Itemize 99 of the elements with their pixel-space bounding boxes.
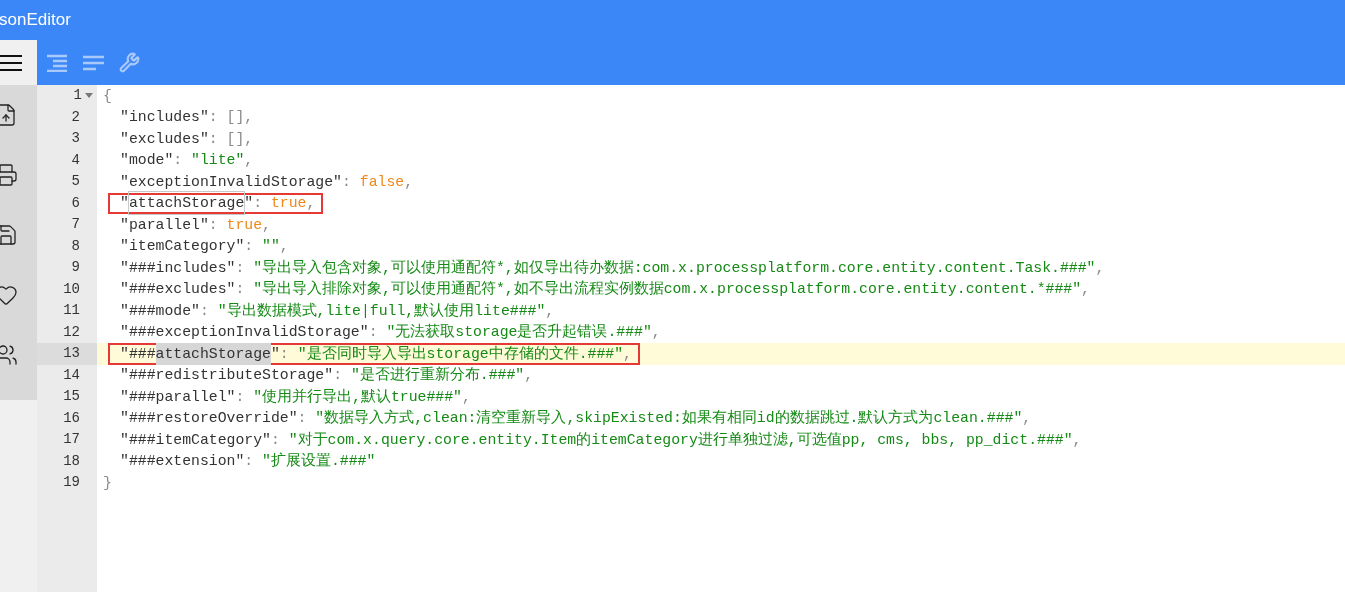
json-punctuation: : bbox=[235, 280, 246, 300]
line-number: 2 bbox=[71, 107, 80, 127]
json-string: "对于com.x.query.core.entity.Item的itemCategory进行单独过滤,可选值pp, cms, bbs, pp_dict.###" bbox=[288, 430, 1073, 450]
json-punctuation: , bbox=[1095, 258, 1105, 278]
json-punctuation: , bbox=[545, 301, 555, 321]
json-boolean: true bbox=[271, 194, 307, 214]
json-key: "###itemCategory" bbox=[120, 428, 271, 451]
json-key: "###includes" bbox=[120, 256, 236, 279]
json-punctuation: : bbox=[208, 215, 219, 235]
line-number: 4 bbox=[71, 150, 80, 170]
json-punctuation: { bbox=[102, 86, 112, 106]
json-punctuation: : bbox=[333, 366, 343, 386]
line-number: 3 bbox=[71, 129, 80, 149]
json-key: "###redistributeStorage" bbox=[120, 364, 334, 387]
line-number: 6 bbox=[71, 193, 80, 213]
line-number: 19 bbox=[63, 473, 80, 493]
json-key: "mode" bbox=[120, 149, 174, 172]
json-punctuation: , bbox=[306, 194, 316, 214]
json-key: " bbox=[270, 342, 280, 365]
window-title: sonEditor bbox=[0, 9, 71, 32]
line-number: 7 bbox=[71, 215, 80, 235]
json-punctuation: : bbox=[208, 129, 219, 149]
json-punctuation: : bbox=[208, 108, 219, 128]
json-key: "includes" bbox=[120, 106, 209, 129]
json-punctuation: : bbox=[173, 151, 184, 171]
json-punctuation: , bbox=[651, 323, 661, 343]
json-punctuation: , bbox=[244, 151, 254, 171]
users-icon[interactable] bbox=[0, 343, 18, 367]
json-key: "### bbox=[120, 342, 156, 365]
json-boolean: true bbox=[226, 215, 263, 235]
json-key: "exceptionInvalidStorage" bbox=[120, 170, 342, 193]
json-key: "itemCategory" bbox=[120, 235, 245, 258]
json-punctuation: : bbox=[244, 452, 255, 472]
json-key: "###extension" bbox=[120, 450, 245, 473]
json-punctuation: , bbox=[623, 344, 632, 364]
json-string: "导出导入包含对象,可以使用通配符*,如仅导出待办数据:com.x.processplatform.core.entity.content.Task.###" bbox=[253, 258, 1096, 278]
json-punctuation: , bbox=[524, 366, 534, 386]
json-key: "###exceptionInvalidStorage" bbox=[120, 321, 369, 344]
json-punctuation: [], bbox=[226, 129, 254, 149]
json-punctuation: : bbox=[235, 387, 246, 407]
line-number: 8 bbox=[71, 236, 80, 256]
json-key: "###parallel" bbox=[120, 385, 236, 408]
line-number: 15 bbox=[63, 387, 80, 407]
printer-icon[interactable] bbox=[0, 163, 18, 187]
line-number: 9 bbox=[71, 258, 80, 278]
json-key: attachStorage bbox=[155, 342, 271, 365]
json-string: "" bbox=[262, 237, 280, 257]
json-punctuation: : bbox=[297, 409, 308, 429]
file-upload-icon[interactable] bbox=[0, 103, 18, 127]
menu-icon[interactable] bbox=[0, 53, 22, 72]
line-number: 12 bbox=[63, 322, 80, 342]
json-punctuation: : bbox=[244, 237, 255, 257]
json-punctuation: : bbox=[279, 344, 290, 364]
line-number: 17 bbox=[63, 430, 80, 450]
line-number: 13 bbox=[63, 344, 80, 364]
json-key: "###excludes" bbox=[120, 278, 236, 301]
json-key: "excludes" bbox=[120, 127, 209, 150]
line-number: 16 bbox=[63, 408, 80, 428]
json-key: attachStorage bbox=[128, 192, 245, 215]
json-key: " bbox=[120, 192, 129, 215]
json-punctuation: , bbox=[1072, 430, 1082, 450]
json-string: "使用并行导出,默认true###" bbox=[253, 387, 462, 407]
json-punctuation: : bbox=[342, 172, 352, 192]
json-punctuation: : bbox=[368, 323, 379, 343]
json-string: "无法获取storage是否升起错误.###" bbox=[386, 322, 652, 343]
line-number: 1 bbox=[73, 86, 82, 106]
json-string: "数据导入方式,clean:清空重新导入,skipExisted:如果有相同id的数据跳过.默认方式为clean.###" bbox=[315, 408, 1023, 429]
json-punctuation: , bbox=[1022, 409, 1032, 429]
json-punctuation: } bbox=[102, 473, 112, 493]
json-punctuation: : bbox=[270, 430, 281, 450]
json-punctuation: , bbox=[279, 237, 289, 257]
line-number: 10 bbox=[63, 279, 80, 299]
line-number: 11 bbox=[63, 301, 80, 321]
json-key: " bbox=[244, 192, 254, 215]
json-string: "导出导入排除对象,可以使用通配符*,如不导出流程实例数据com.x.processplatform.core.entity.content.*###" bbox=[253, 279, 1082, 300]
json-punctuation: : bbox=[235, 258, 246, 278]
json-key: "###restoreOverride" bbox=[120, 407, 298, 430]
line-number: 18 bbox=[63, 451, 80, 471]
code-editor[interactable] bbox=[37, 85, 1345, 592]
json-string: "lite" bbox=[191, 151, 245, 171]
line-number: 14 bbox=[63, 365, 80, 385]
save-icon[interactable] bbox=[0, 223, 18, 247]
json-punctuation: [], bbox=[226, 108, 254, 128]
json-punctuation: , bbox=[262, 215, 271, 235]
json-punctuation: , bbox=[404, 172, 414, 192]
json-punctuation: , bbox=[1081, 280, 1090, 300]
json-key: "###mode" bbox=[120, 299, 200, 322]
json-punctuation: : bbox=[199, 301, 210, 321]
json-string: "是否同时导入导出storage中存储的文件.###" bbox=[297, 344, 624, 364]
json-punctuation: : bbox=[253, 194, 264, 214]
json-string: "扩展设置.###" bbox=[262, 451, 376, 472]
json-string: "导出数据模式,lite|full,默认使用lite###" bbox=[217, 301, 546, 321]
fold-arrow-icon[interactable] bbox=[85, 93, 93, 99]
json-punctuation: , bbox=[462, 387, 471, 407]
line-number: 5 bbox=[71, 172, 80, 192]
heart-icon[interactable] bbox=[0, 283, 18, 307]
json-boolean: false bbox=[359, 172, 405, 192]
json-string: "是否进行重新分布.###" bbox=[350, 365, 525, 386]
json-key: "parallel" bbox=[120, 213, 209, 236]
